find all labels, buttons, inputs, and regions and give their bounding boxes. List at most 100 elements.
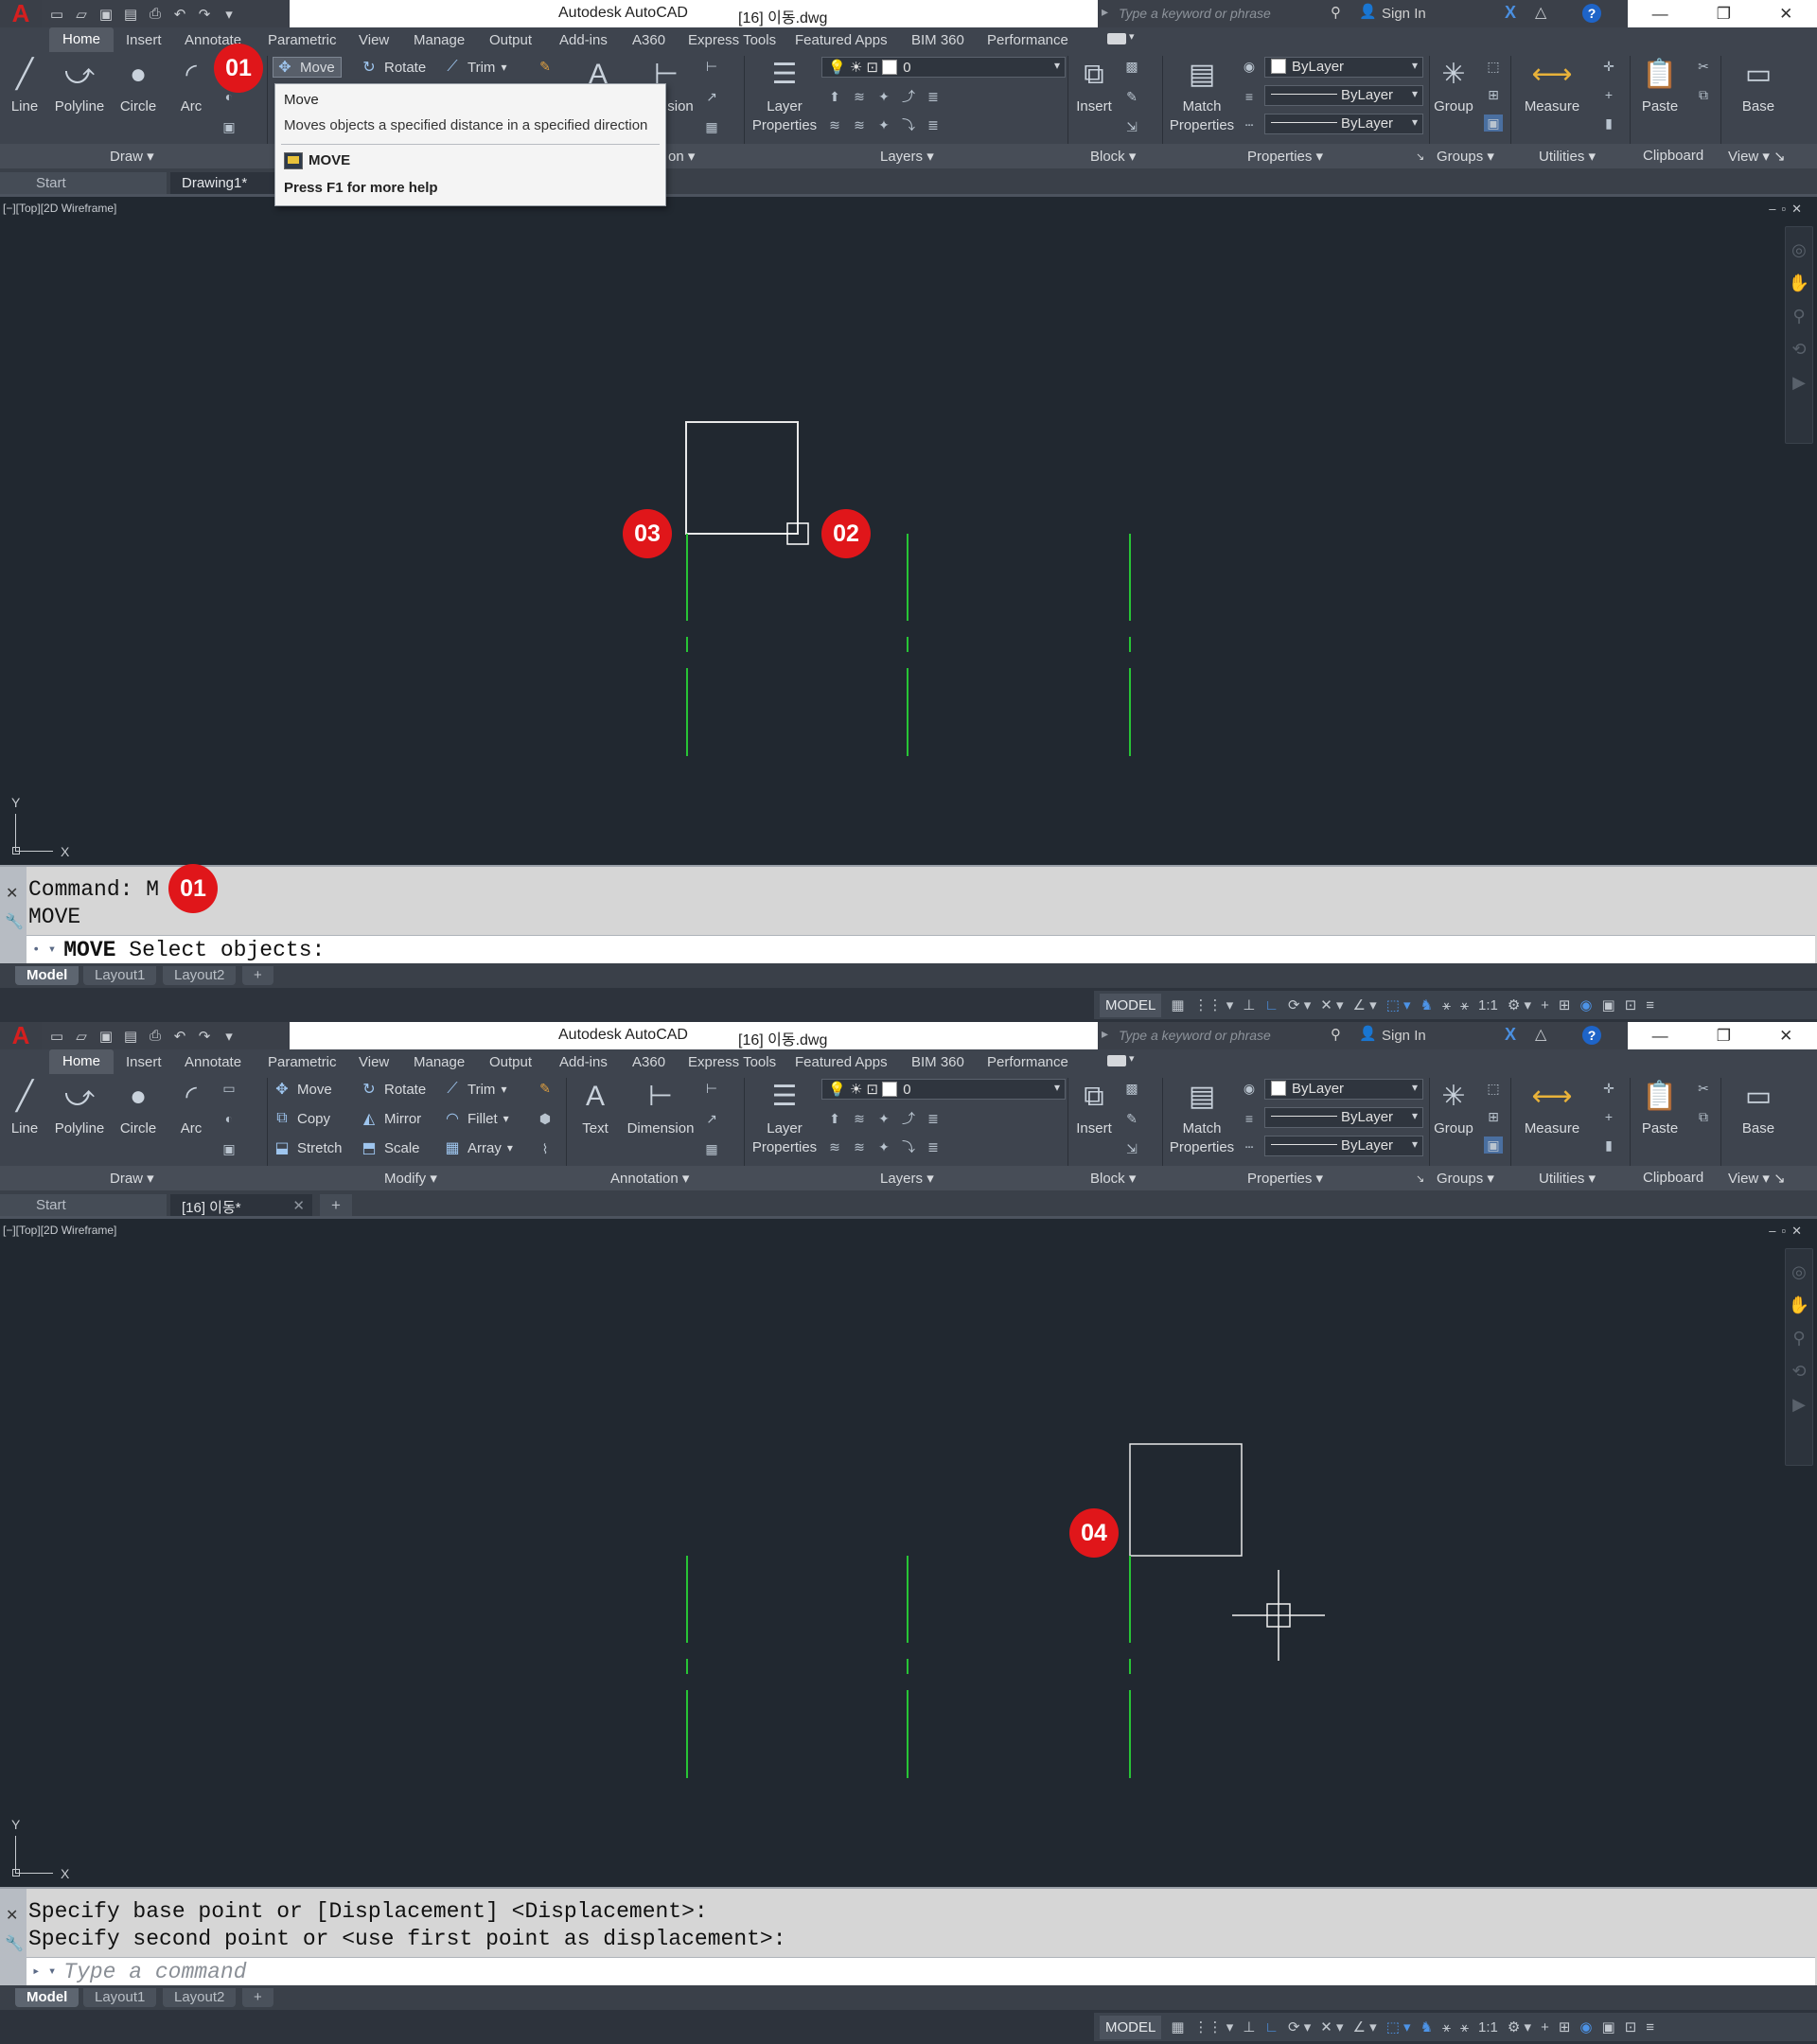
match-properties-tool[interactable]: ▤ Match Properties	[1166, 1078, 1238, 1157]
line-tool[interactable]: ╱ Line	[4, 56, 45, 116]
hardware-accel-icon[interactable]: ▣	[1602, 996, 1615, 1013]
fillet-button[interactable]: ◠ Fillet ▾	[443, 1108, 509, 1129]
rectangle-object[interactable]	[685, 421, 799, 535]
scale-button[interactable]: ⬒ Scale	[360, 1137, 419, 1158]
layer-tool-icon[interactable]: ≋	[825, 1138, 844, 1155]
copy-clip-icon[interactable]: ⧉	[1694, 1108, 1713, 1125]
tab-start[interactable]: Start	[0, 172, 167, 194]
add-layout-button[interactable]: +	[242, 966, 273, 985]
redo-icon[interactable]: ↷	[195, 1028, 214, 1045]
panel-title-modify[interactable]: Modify ▾	[384, 1170, 437, 1187]
help-icon[interactable]: ?	[1582, 1026, 1601, 1045]
region-icon[interactable]: ▣	[220, 118, 238, 135]
hatch-icon[interactable]: ◐	[220, 1110, 238, 1127]
scale-label[interactable]: 1:1	[1478, 2019, 1498, 2035]
line-tool[interactable]: ╱ Line	[4, 1078, 45, 1138]
snap-icon[interactable]: ⋮⋮ ▾	[1194, 2018, 1234, 2035]
polar-icon[interactable]: ⟳ ▾	[1288, 2018, 1311, 2035]
tab-layout1[interactable]: Layout1	[83, 966, 157, 985]
tab-start[interactable]: Start	[0, 1194, 167, 1216]
erase-icon[interactable]: ✎	[536, 1080, 555, 1097]
leader-icon[interactable]: ↗	[702, 1110, 721, 1127]
autocad-logo-icon[interactable]: A	[0, 0, 42, 27]
green-centerlines[interactable]	[686, 1556, 1131, 1778]
close-window-icon[interactable]: ✕	[1779, 5, 1792, 24]
annotation-visibility-icon[interactable]: ⚹	[1442, 997, 1451, 1013]
lineweight-select[interactable]: ByLayer	[1264, 114, 1423, 134]
match-properties-tool[interactable]: ▤ Match Properties	[1166, 56, 1238, 135]
group-edit-icon[interactable]: ⊞	[1484, 86, 1503, 103]
save-icon[interactable]: ▣	[97, 6, 115, 23]
sign-in-link[interactable]: Sign In	[1382, 6, 1426, 22]
ortho-icon[interactable]: ∟	[1264, 997, 1279, 1013]
insert-tool[interactable]: ⧉ Insert	[1071, 1078, 1117, 1138]
user-icon[interactable]: 👤	[1359, 3, 1377, 20]
close-window-icon[interactable]: ✕	[1779, 1027, 1792, 1046]
layer-tool-icon[interactable]: ≋	[825, 116, 844, 133]
layer-tool-icon[interactable]: ≣	[924, 116, 943, 133]
circle-tool[interactable]: ● Circle	[114, 56, 163, 116]
layer-tool-icon[interactable]: ⤵	[899, 1138, 918, 1155]
array-button[interactable]: ▦ Array ▾	[443, 1137, 512, 1158]
lineweight-select[interactable]: ByLayer	[1264, 1136, 1423, 1156]
save-as-icon[interactable]: ▤	[121, 6, 140, 23]
rotate-button[interactable]: ↻ Rotate	[360, 1079, 426, 1100]
isolate-icon[interactable]: ◉	[1579, 996, 1592, 1013]
clean-screen-icon[interactable]: ⊡	[1625, 996, 1637, 1013]
copy-clip-icon[interactable]: ⧉	[1694, 86, 1713, 103]
green-centerlines[interactable]	[686, 534, 1131, 756]
panel-title-groups[interactable]: Groups ▾	[1437, 1170, 1494, 1187]
panel-title-view[interactable]: View ▾ ↘	[1728, 148, 1786, 165]
plus-icon[interactable]: +	[1541, 2019, 1549, 2035]
qat-dropdown-icon[interactable]: ▾	[220, 1028, 238, 1045]
polyline-tool[interactable]: ⤻ Polyline	[49, 56, 110, 116]
tab-parametric[interactable]: Parametric	[268, 1054, 337, 1070]
cut-icon[interactable]: ✂	[1694, 58, 1713, 75]
ungroup-icon[interactable]: ⬚	[1484, 1080, 1503, 1097]
otrack-icon[interactable]: ∠ ▾	[1353, 2018, 1377, 2035]
tab-output[interactable]: Output	[489, 32, 532, 48]
layer-select[interactable]: 💡 ☀ ⊡ 0	[821, 57, 1066, 78]
restore-icon[interactable]: ❐	[1717, 1027, 1731, 1046]
close-tab-icon[interactable]: ✕	[292, 1197, 305, 1214]
attribute-icon[interactable]: ⇲	[1122, 118, 1141, 135]
rectangle-icon[interactable]: ▭	[220, 1080, 238, 1097]
layer-select[interactable]: 💡 ☀ ⊡ 0	[821, 1079, 1066, 1100]
tab-output[interactable]: Output	[489, 1054, 532, 1070]
settings-icon[interactable]: ⚙ ▾	[1508, 996, 1531, 1013]
sign-in-link[interactable]: Sign In	[1382, 1028, 1426, 1044]
polar-icon[interactable]: ⟳ ▾	[1288, 996, 1311, 1013]
customize-wrench-icon[interactable]: 🔧	[5, 912, 24, 931]
drawing-viewport[interactable]: [−][Top][2D Wireframe] ‒▫✕ ◎ ✋ ⚲ ⟲ ▶ Y X	[0, 200, 1817, 865]
annotation-monitor-icon[interactable]: ♞	[1420, 996, 1433, 1013]
tab-parametric[interactable]: Parametric	[268, 32, 337, 48]
linear-dim-icon[interactable]: ⊢	[702, 1080, 721, 1097]
grid-icon[interactable]: ▦	[1171, 2018, 1184, 2035]
redo-icon[interactable]: ↷	[195, 6, 214, 23]
layer-tool-icon[interactable]: ⬆	[825, 1110, 844, 1127]
tab-insert[interactable]: Insert	[126, 32, 162, 48]
region-icon[interactable]: ▣	[220, 1140, 238, 1157]
layer-tool-icon[interactable]: ✦	[874, 88, 893, 105]
save-icon[interactable]: ▣	[97, 1028, 115, 1045]
print-icon[interactable]: ⎙	[146, 6, 165, 23]
stretch-button[interactable]: ⬓ Stretch	[273, 1137, 342, 1158]
paste-tool[interactable]: 📋 Paste	[1635, 56, 1685, 116]
point-icon[interactable]: +	[1599, 1108, 1618, 1125]
tab-current-drawing[interactable]: [16] 이동* ✕	[170, 1194, 312, 1216]
create-block-icon[interactable]: ▩	[1122, 1080, 1141, 1097]
arc-tool[interactable]: ◜ Arc	[170, 56, 212, 116]
tab-layout1[interactable]: Layout1	[83, 1988, 157, 2007]
tab-featured-apps[interactable]: Featured Apps	[795, 32, 888, 48]
text-tool[interactable]: A Text	[573, 1078, 617, 1138]
selection-cycling-icon[interactable]: ⬚ ▾	[1386, 996, 1411, 1013]
hardware-accel-icon[interactable]: ▣	[1602, 2018, 1615, 2035]
calculator-icon[interactable]: ▮	[1599, 1137, 1618, 1154]
tab-express-tools[interactable]: Express Tools	[688, 1054, 776, 1070]
color-wheel-icon[interactable]: ◉	[1240, 58, 1259, 75]
layer-tool-icon[interactable]: ⤵	[899, 116, 918, 133]
linetype-icon[interactable]: ┄	[1240, 116, 1259, 133]
polyline-tool[interactable]: ⤻ Polyline	[49, 1078, 110, 1138]
copy-button[interactable]: ⧉ Copy	[273, 1108, 330, 1129]
user-icon[interactable]: 👤	[1359, 1025, 1377, 1042]
